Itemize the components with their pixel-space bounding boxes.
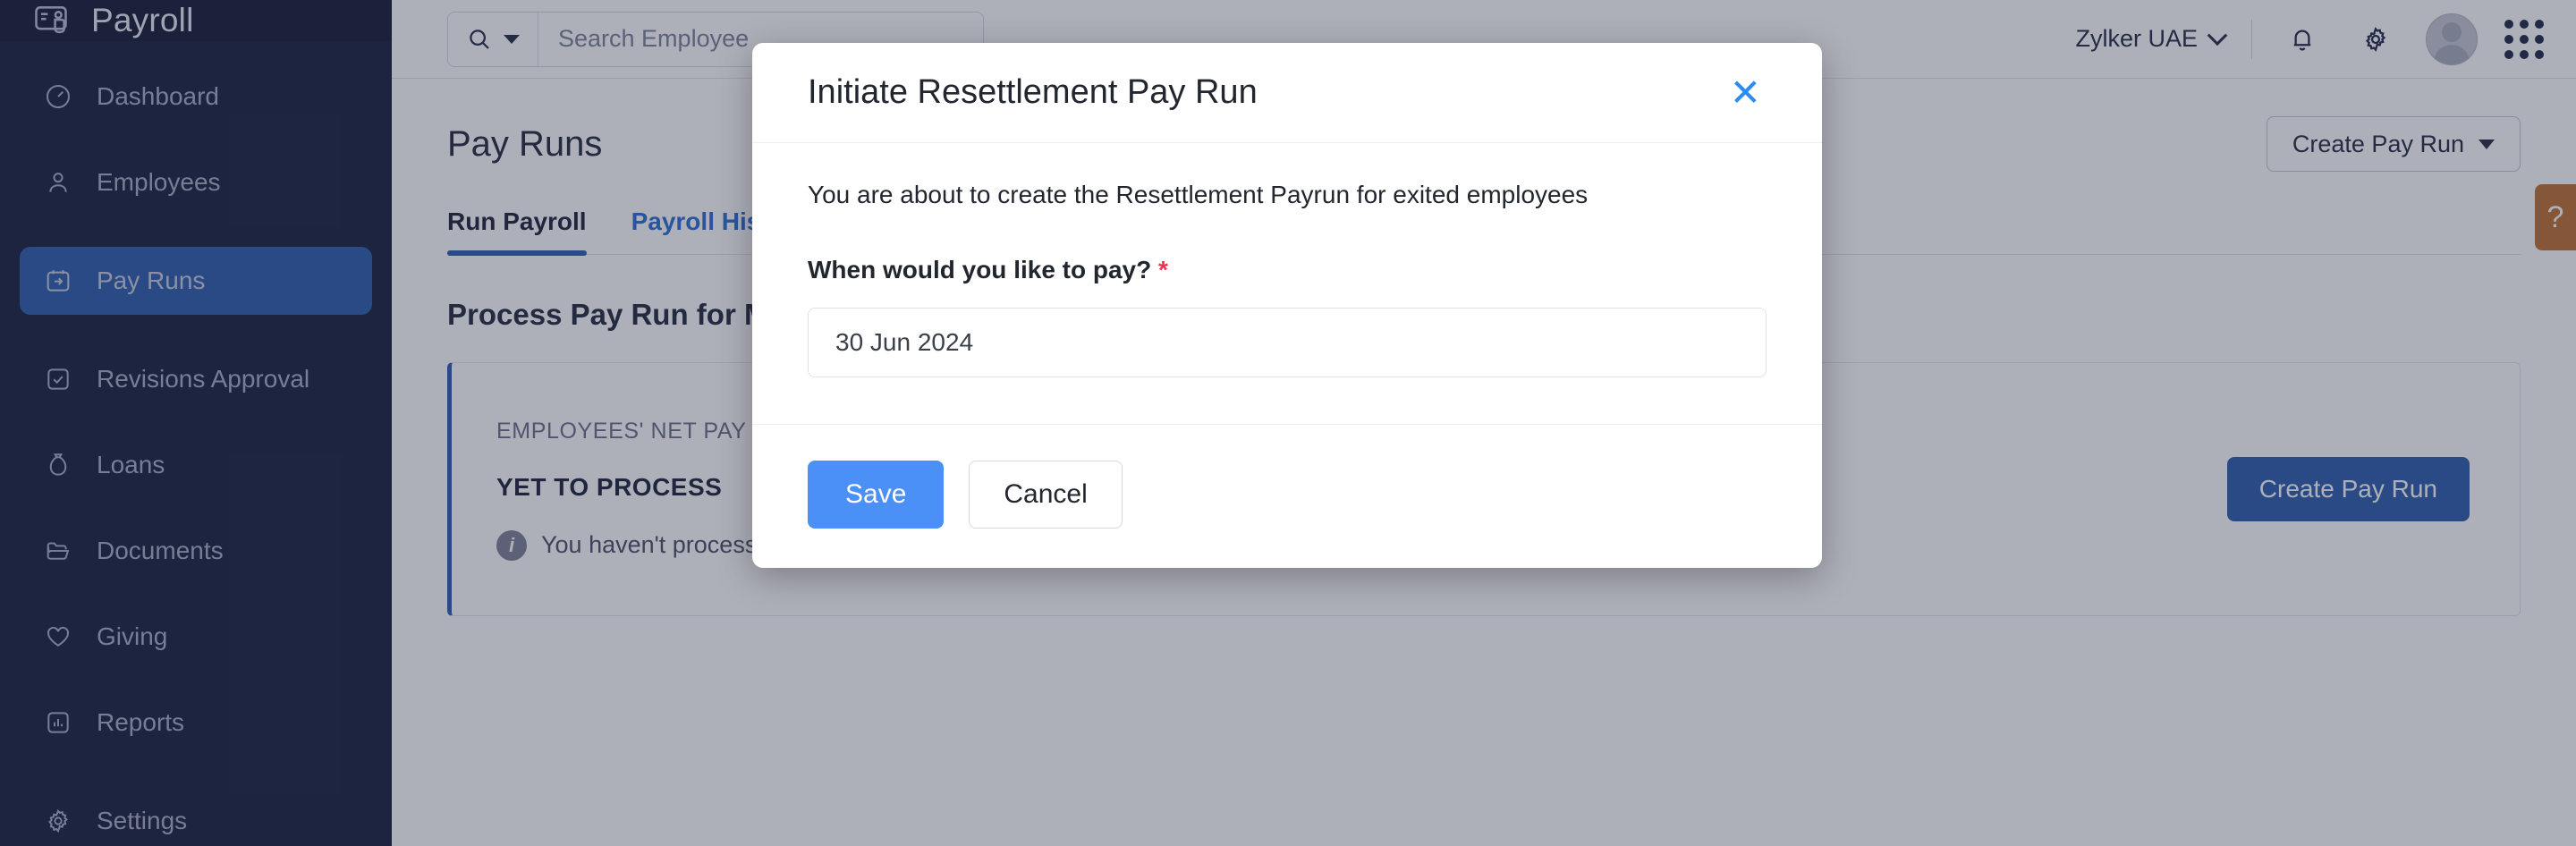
cancel-button[interactable]: Cancel xyxy=(969,461,1122,529)
save-button[interactable]: Save xyxy=(808,461,944,529)
pay-date-input[interactable] xyxy=(808,308,1767,377)
initiate-resettlement-pay-run-modal: Initiate Resettlement Pay Run ✕ You are … xyxy=(752,43,1822,568)
pay-date-label-text: When would you like to pay? xyxy=(808,256,1151,283)
close-icon[interactable]: ✕ xyxy=(1721,69,1770,117)
modal-header: Initiate Resettlement Pay Run ✕ xyxy=(752,43,1822,143)
app-root: Payroll Dashboard Employees xyxy=(0,0,2576,846)
pay-date-label: When would you like to pay? * xyxy=(808,256,1767,284)
required-marker: * xyxy=(1158,256,1168,283)
modal-footer: Save Cancel xyxy=(752,425,1822,568)
modal-body: You are about to create the Resettlement… xyxy=(752,143,1822,425)
modal-title: Initiate Resettlement Pay Run xyxy=(808,73,1258,112)
modal-description: You are about to create the Resettlement… xyxy=(808,181,1767,209)
